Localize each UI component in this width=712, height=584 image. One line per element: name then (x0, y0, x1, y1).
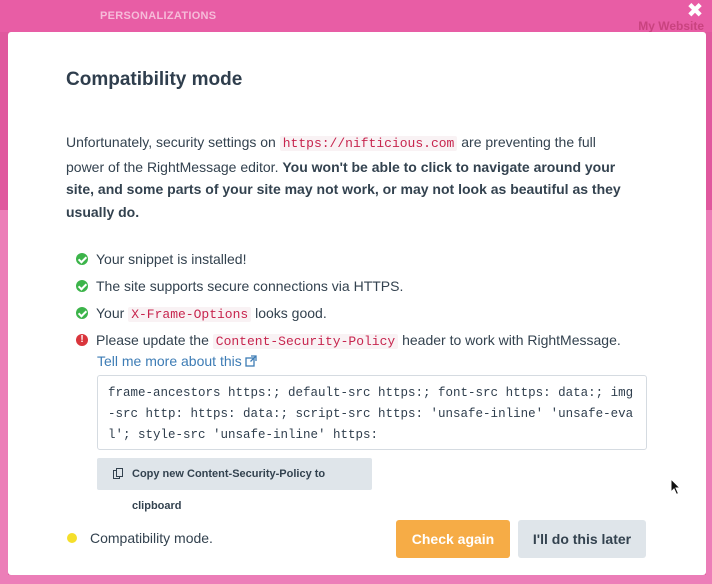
intro-text-1: Unfortunately, security settings on (66, 134, 280, 150)
tell-me-more-link[interactable]: Tell me more about this (97, 353, 257, 369)
background-section-label: PERSONALIZATIONS (100, 10, 217, 22)
close-icon[interactable]: ✖ (686, 1, 704, 21)
check-text-prefix: Your (96, 305, 129, 321)
background-left-edge-lower (0, 210, 8, 584)
copy-icon (113, 468, 123, 479)
check-text-suffix: header to work with RightMessage. (398, 332, 621, 348)
check-item-snippet: Your snippet is installed! (76, 249, 676, 276)
check-item-https: The site supports secure connections via… (76, 276, 676, 303)
header-name-code: X-Frame-Options (128, 307, 252, 322)
check-text-suffix: looks good. (251, 305, 327, 321)
background-right-edge-lower (706, 210, 712, 584)
csp-textarea[interactable]: frame-ancestors https:; default-src http… (97, 375, 647, 450)
check-text-prefix: Please update the (96, 332, 213, 348)
status-label: Compatibility mode. (90, 530, 213, 546)
do-later-button[interactable]: I'll do this later (518, 520, 646, 558)
header-name-code: Content-Security-Policy (212, 334, 399, 349)
site-url: https://nifticious.com (279, 136, 458, 151)
compatibility-status: Compatibility mode. (66, 528, 213, 548)
copy-csp-button[interactable]: Copy new Content-Security-Policy to clip… (97, 458, 372, 512)
check-text: The site supports secure connections via… (96, 278, 404, 294)
check-circle-icon (76, 307, 88, 319)
status-dot (67, 533, 77, 543)
check-text: Your snippet is installed! (96, 251, 247, 267)
check-again-button[interactable]: Check again (396, 520, 510, 558)
check-circle-icon (76, 253, 88, 265)
compatibility-modal: Compatibility mode Unfortunately, securi… (8, 32, 706, 575)
copy-csp-label: Copy new Content-Security-Policy to clip… (132, 468, 326, 512)
check-list: Your snippet is installed! The site supp… (76, 249, 676, 357)
external-link-icon (245, 355, 257, 367)
background-bottom-edge (0, 575, 712, 584)
modal-title: Compatibility mode (66, 69, 243, 90)
exclamation-circle-icon: ! (76, 334, 88, 346)
mouse-cursor-icon (670, 478, 682, 496)
intro-paragraph: Unfortunately, security settings on http… (66, 131, 636, 223)
check-circle-icon (76, 280, 88, 292)
check-item-xframe: Your X-Frame-Options looks good. (76, 303, 676, 330)
tell-me-more-label: Tell me more about this (97, 353, 242, 369)
